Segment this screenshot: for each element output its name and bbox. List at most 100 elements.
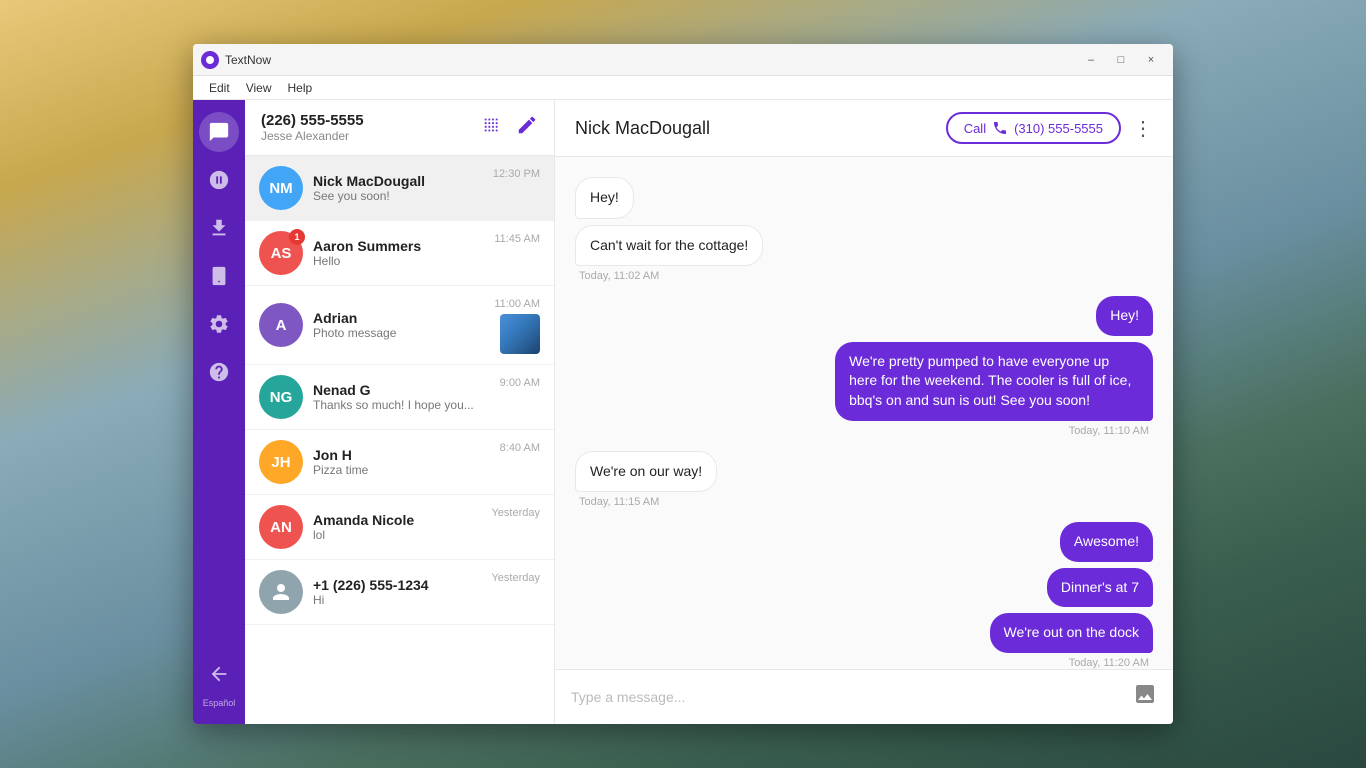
nav-language[interactable]: Español [203, 698, 236, 708]
conv-info-nick: Nick MacDougall See you soon! [313, 173, 483, 203]
conv-preview-amanda: lol [313, 528, 481, 542]
header-actions [482, 114, 538, 141]
contact-name-unknown: +1 (226) 555-1234 [313, 577, 481, 593]
conv-time-nick: 12:30 PM [493, 168, 540, 180]
message-bubble-8: We're out on the dock [990, 613, 1154, 653]
conv-time-amanda: Yesterday [491, 507, 540, 519]
main-layout: Español (226) 555-5555 Jesse Alexander [193, 100, 1173, 724]
message-row-2: Can't wait for the cottage! Today, 11:02… [575, 225, 1153, 291]
call-label: Call [964, 121, 986, 136]
menu-bar: Edit View Help [193, 76, 1173, 100]
message-row-6: Awesome! [575, 522, 1153, 562]
conv-info-jon: Jon H Pizza time [313, 447, 490, 477]
message-row-8: We're out on the dock Today, 11:20 AM [575, 613, 1153, 669]
contact-name-adrian: Adrian [313, 310, 484, 326]
message-bubble-7: Dinner's at 7 [1047, 568, 1153, 608]
conversation-item-amanda[interactable]: AN Amanda Nicole lol Yesterday [245, 495, 554, 560]
avatar-nenad: NG [259, 375, 303, 419]
app-window: TextNow – □ × Edit View Help [193, 44, 1173, 724]
conversation-item-adrian[interactable]: A Adrian Photo message 11:00 AM [245, 286, 554, 365]
avatar-adrian: A [259, 303, 303, 347]
message-input[interactable] [571, 689, 1125, 705]
message-time-2: Today, 11:02 AM [579, 270, 659, 282]
conv-info-amanda: Amanda Nicole lol [313, 512, 481, 542]
close-button[interactable]: × [1137, 49, 1165, 71]
message-row-3: Hey! [575, 296, 1153, 336]
conv-info-nenad: Nenad G Thanks so much! I hope you... [313, 382, 490, 412]
nav-speed-icon[interactable] [199, 160, 239, 200]
message-bubble-3: Hey! [1096, 296, 1153, 336]
conversation-item-nick[interactable]: NM Nick MacDougall See you soon! 12:30 P… [245, 156, 554, 221]
message-time-8: Today, 11:20 AM [1069, 657, 1149, 669]
nav-download-icon[interactable] [199, 208, 239, 248]
chat-messages: Hey! Can't wait for the cottage! Today, … [555, 157, 1173, 669]
photo-thumbnail-adrian [500, 314, 540, 354]
message-row-1: Hey! [575, 177, 1153, 219]
contact-name-nenad: Nenad G [313, 382, 490, 398]
window-controls: – □ × [1077, 49, 1165, 71]
more-options-button[interactable]: ⋮ [1133, 116, 1153, 141]
message-row-5: We're on our way! Today, 11:15 AM [575, 451, 1153, 517]
avatar-amanda: AN [259, 505, 303, 549]
conversation-item-unknown[interactable]: +1 (226) 555-1234 Hi Yesterday [245, 560, 554, 625]
user-phone: (226) 555-5555 [261, 112, 482, 129]
title-bar: TextNow – □ × [193, 44, 1173, 76]
minimize-button[interactable]: – [1077, 49, 1105, 71]
window-title: TextNow [225, 53, 1077, 67]
contact-name-aaron: Aaron Summers [313, 238, 484, 254]
chat-input-area [555, 669, 1173, 724]
conv-time-aaron: 11:45 AM [494, 233, 540, 245]
nav-help-icon[interactable] [199, 352, 239, 392]
dialpad-button[interactable] [482, 114, 504, 141]
conv-info-aaron: Aaron Summers Hello [313, 238, 484, 268]
user-info: (226) 555-5555 Jesse Alexander [261, 112, 482, 143]
message-bubble-4: We're pretty pumped to have everyone up … [835, 342, 1153, 421]
conversation-list: NM Nick MacDougall See you soon! 12:30 P… [245, 156, 554, 724]
conversation-item-nenad[interactable]: NG Nenad G Thanks so much! I hope you...… [245, 365, 554, 430]
contact-name-amanda: Amanda Nicole [313, 512, 481, 528]
maximize-button[interactable]: □ [1107, 49, 1135, 71]
message-row-4: We're pretty pumped to have everyone up … [575, 342, 1153, 445]
menu-edit[interactable]: Edit [201, 79, 238, 97]
message-bubble-1: Hey! [575, 177, 634, 219]
media-button[interactable] [1133, 682, 1157, 712]
message-time-4: Today, 11:10 AM [1069, 425, 1149, 437]
conv-time-adrian: 11:00 AM [494, 298, 540, 310]
message-time-5: Today, 11:15 AM [579, 496, 659, 508]
message-bubble-5: We're on our way! [575, 451, 717, 493]
compose-button[interactable] [516, 114, 538, 141]
app-icon [201, 51, 219, 69]
message-bubble-2: Can't wait for the cottage! [575, 225, 763, 267]
conversations-header: (226) 555-5555 Jesse Alexander [245, 100, 554, 156]
menu-view[interactable]: View [238, 79, 280, 97]
user-name: Jesse Alexander [261, 129, 482, 143]
conv-time-unknown: Yesterday [491, 572, 540, 584]
avatar-jon: JH [259, 440, 303, 484]
avatar-nick: NM [259, 166, 303, 210]
chat-contact-name: Nick MacDougall [575, 118, 946, 139]
conv-preview-jon: Pizza time [313, 463, 490, 477]
message-row-7: Dinner's at 7 [575, 568, 1153, 608]
chat-header: Nick MacDougall Call (310) 555-5555 ⋮ [555, 100, 1173, 157]
nav-phone-icon[interactable] [199, 256, 239, 296]
call-number: (310) 555-5555 [1014, 121, 1103, 136]
call-button[interactable]: Call (310) 555-5555 [946, 112, 1121, 144]
conv-time-nenad: 9:00 AM [500, 377, 540, 389]
conversations-panel: (226) 555-5555 Jesse Alexander NM [245, 100, 555, 724]
conv-preview-adrian: Photo message [313, 326, 484, 340]
conv-preview-unknown: Hi [313, 593, 481, 607]
conv-preview-nick: See you soon! [313, 189, 483, 203]
conversation-item-jon[interactable]: JH Jon H Pizza time 8:40 AM [245, 430, 554, 495]
avatar-aaron: AS 1 [259, 231, 303, 275]
nav-messages-icon[interactable] [199, 112, 239, 152]
unread-badge-aaron: 1 [289, 229, 305, 245]
nav-settings-icon[interactable] [199, 304, 239, 344]
nav-back-icon[interactable] [199, 654, 239, 694]
chat-panel: Nick MacDougall Call (310) 555-5555 ⋮ He… [555, 100, 1173, 724]
contact-name-jon: Jon H [313, 447, 490, 463]
menu-help[interactable]: Help [279, 79, 320, 97]
conv-preview-aaron: Hello [313, 254, 484, 268]
conversation-item-aaron[interactable]: AS 1 Aaron Summers Hello 11:45 AM [245, 221, 554, 286]
nav-sidebar: Español [193, 100, 245, 724]
conv-info-adrian: Adrian Photo message [313, 310, 484, 340]
